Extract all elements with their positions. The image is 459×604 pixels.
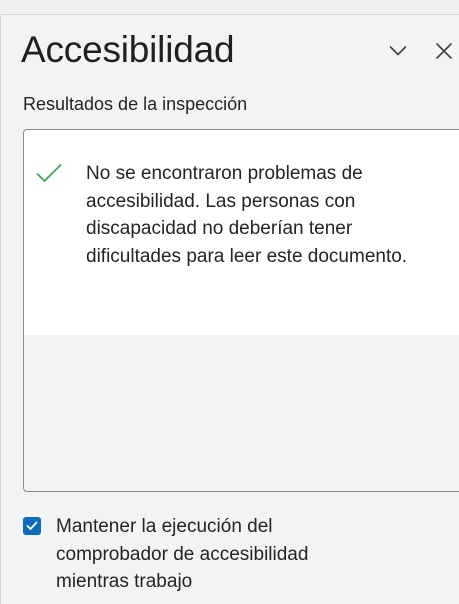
pane-options-button[interactable] [383,37,413,65]
keep-checker-running-label: Mantener la ejecución del comprobador de… [56,516,309,592]
checkmark-icon [26,521,38,530]
keep-checker-running-checkbox[interactable] [23,517,41,535]
inspection-results-label: Resultados de la inspección [23,94,248,114]
result-message: No se encontraron problemas de accesibil… [86,163,408,267]
chevron-down-icon [389,46,407,56]
close-icon [436,43,452,59]
result-item-no-issues[interactable]: No se encontraron problemas de accesibil… [24,130,459,335]
inspection-results-list[interactable]: No se encontraron problemas de accesibil… [23,129,459,492]
keep-checker-running-option[interactable]: Mantener la ejecución del comprobador de… [23,513,443,596]
pane-title: Accesibilidad [21,29,235,70]
checkmark-icon [36,164,62,182]
close-pane-button[interactable] [429,37,459,65]
accessibility-pane: Accesibilidad Resultados de la inspecció… [0,14,459,604]
